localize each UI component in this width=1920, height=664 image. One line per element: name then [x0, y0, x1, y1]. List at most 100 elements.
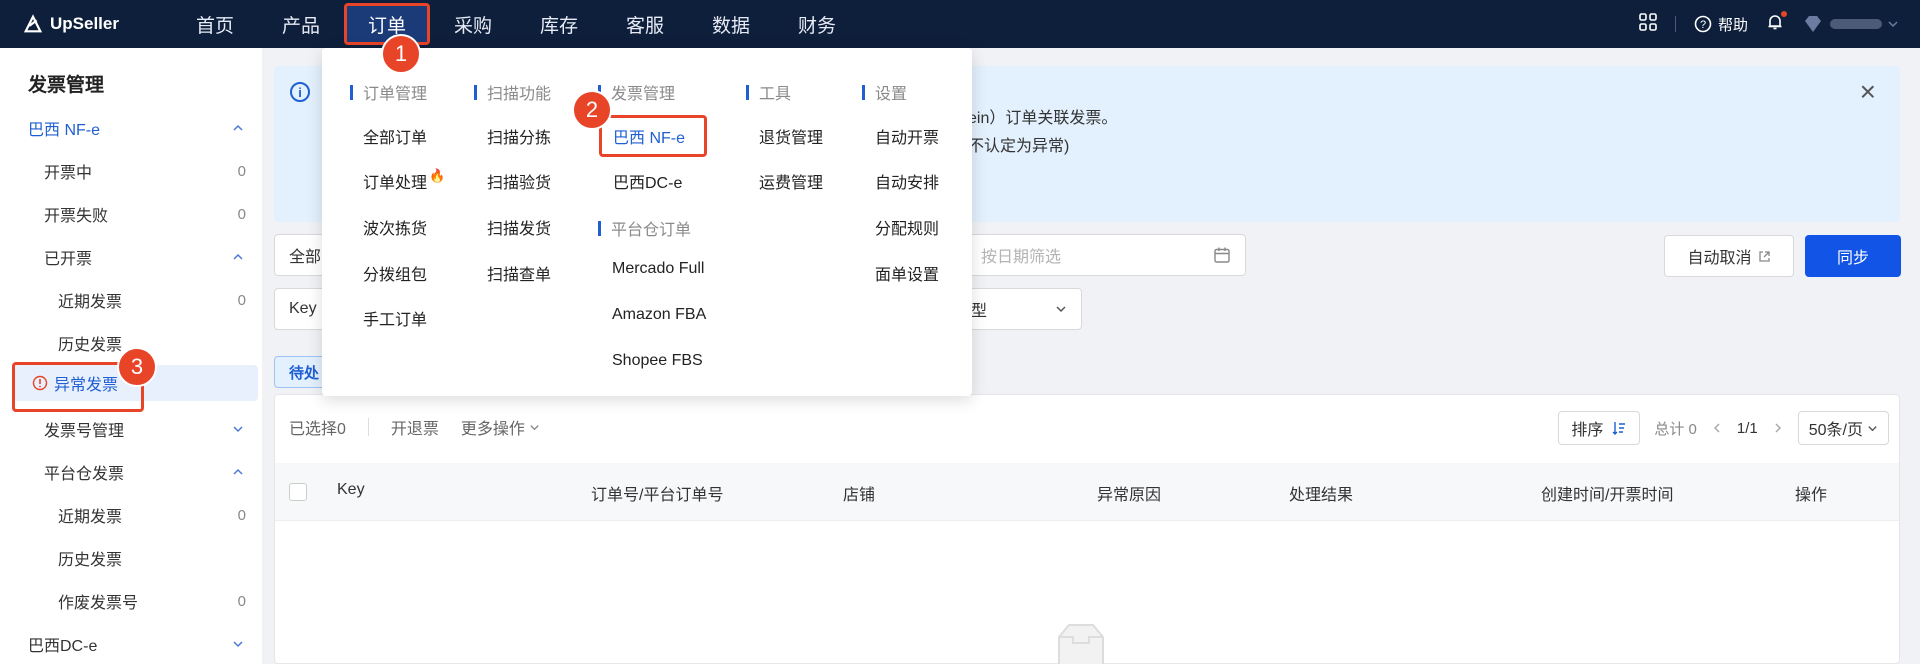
external-link-icon: [1758, 250, 1770, 262]
column-header-create-invoice-time: 创建时间/开票时间: [1541, 487, 1674, 504]
menu-group-scan-functions: 扫描功能: [474, 80, 551, 104]
banner-text-line2: 不认定为异常): [968, 138, 1070, 155]
app-name: UpSeller: [50, 14, 119, 33]
open-return-button[interactable]: 开退票: [391, 415, 439, 439]
user-name-blurred: [1830, 19, 1882, 29]
sidebar-item-invoice-failed[interactable]: 开票失败 0: [0, 196, 258, 232]
menu-item-mercado-full[interactable]: Mercado Full: [612, 260, 704, 278]
date-filter-input[interactable]: 按日期筛选: [966, 234, 1246, 276]
user-menu[interactable]: [1802, 15, 1898, 33]
sidebar-item-invoice-number-mgmt[interactable]: 发票号管理: [0, 411, 258, 447]
fire-icon: 🔥: [429, 168, 446, 183]
menu-item-returns-management[interactable]: 退货管理: [759, 124, 823, 148]
chevron-up-icon: [233, 253, 243, 260]
menu-item-order-processing[interactable]: 订单处理 🔥: [363, 168, 446, 193]
count-badge: 0: [237, 205, 246, 223]
sidebar-item-invoicing[interactable]: 开票中 0: [0, 153, 258, 189]
menu-item-brazil-dce[interactable]: 巴西DC-e: [613, 169, 682, 193]
menu-item-all-orders[interactable]: 全部订单: [363, 124, 427, 148]
count-badge: 0: [237, 592, 246, 610]
sync-button[interactable]: 同步: [1805, 235, 1901, 277]
menu-item-allocation-rules[interactable]: 分配规则: [875, 215, 939, 239]
sidebar-item-brazil-dce[interactable]: 巴西DC-e: [0, 626, 258, 662]
chevron-left-icon[interactable]: [1711, 422, 1723, 434]
chevron-down-icon: [1868, 425, 1877, 431]
divider: [1674, 16, 1676, 32]
menu-group-platform-warehouse-orders: 平台仓订单: [598, 216, 691, 240]
nav-finance[interactable]: 财务: [774, 0, 860, 48]
menu-item-scan-inspect[interactable]: 扫描验货: [487, 169, 551, 193]
total-count: 总计 0: [1654, 420, 1697, 438]
annotation-badge-2: 2: [572, 90, 612, 130]
table-panel: 已选择0 开退票 更多操作 排序 总计 0 1/1 50条/页 Key 订单号/…: [274, 394, 1900, 664]
chevron-down-icon: [233, 426, 243, 433]
chevron-right-icon[interactable]: [1772, 422, 1784, 434]
annotation-badge-1: 1: [381, 34, 421, 74]
upseller-logo-icon: [23, 14, 43, 33]
nav-customer-service[interactable]: 客服: [602, 0, 688, 48]
nav-data[interactable]: 数据: [688, 0, 774, 48]
menu-item-scan-ship[interactable]: 扫描发货: [487, 215, 551, 239]
sidebar-item-invoiced[interactable]: 已开票: [0, 239, 258, 275]
menu-item-shipping-cost-management[interactable]: 运费管理: [759, 169, 823, 193]
menu-item-auto-arrange[interactable]: 自动安排: [875, 169, 939, 193]
chevron-up-icon: [233, 468, 243, 475]
annotation-box-nfe: [599, 115, 707, 157]
menu-group-order-management: 订单管理: [350, 80, 427, 104]
divider: [367, 418, 369, 436]
chevron-down-icon: [1888, 21, 1898, 28]
count-badge: 0: [237, 291, 246, 309]
nav-home[interactable]: 首页: [172, 0, 258, 48]
sidebar-item-recent-invoices[interactable]: 近期发票 0: [0, 282, 258, 318]
apps-grid-icon[interactable]: [1639, 13, 1657, 35]
sidebar-item-pw-history-invoices[interactable]: 历史发票: [0, 540, 258, 576]
sort-icon: [1612, 422, 1626, 435]
table-header: Key 订单号/平台订单号 店铺 异常原因 处理结果 创建时间/开票时间 操作: [275, 463, 1899, 521]
type-filter-select[interactable]: 型: [956, 288, 1082, 330]
sidebar-item-brazil-nfe[interactable]: 巴西 NF-e: [0, 110, 258, 146]
menu-item-wave-picking[interactable]: 波次拣货: [363, 215, 427, 239]
info-icon: i: [290, 82, 310, 102]
sidebar-item-pw-recent-invoices[interactable]: 近期发票 0: [0, 497, 258, 533]
column-header-actions: 操作: [1795, 487, 1828, 504]
menu-item-distribution-packing[interactable]: 分拨组包: [363, 261, 427, 285]
menu-item-scan-lookup[interactable]: 扫描查单: [487, 261, 551, 285]
column-header-abnormal-reason: 异常原因: [1097, 487, 1162, 504]
calendar-icon: [1214, 247, 1230, 263]
page-size-select[interactable]: 50条/页: [1797, 411, 1889, 445]
main-nav: 首页 产品 订单 采购 库存 客服 数据 财务: [172, 0, 860, 48]
nav-products[interactable]: 产品: [258, 0, 344, 48]
table-pagination: 排序 总计 0 1/1 50条/页: [1558, 411, 1889, 445]
menu-item-scan-sort[interactable]: 扫描分拣: [487, 124, 551, 148]
page-indicator: 1/1: [1736, 419, 1758, 437]
menu-item-shopee-fbs[interactable]: Shopee FBS: [612, 352, 703, 370]
menu-item-label-settings[interactable]: 面单设置: [875, 261, 939, 285]
notification-bell-icon[interactable]: [1766, 11, 1787, 35]
help-label: 帮助: [1717, 16, 1748, 34]
nav-inventory[interactable]: 库存: [516, 0, 602, 48]
menu-item-auto-invoice[interactable]: 自动开票: [875, 124, 939, 148]
help-link[interactable]: ? 帮助: [1694, 14, 1748, 35]
notification-dot: [1781, 11, 1787, 17]
sort-button[interactable]: 排序: [1558, 411, 1641, 445]
chevron-down-icon: [530, 424, 539, 430]
menu-item-amazon-fba[interactable]: Amazon FBA: [612, 306, 706, 324]
menu-item-manual-orders[interactable]: 手工订单: [363, 306, 427, 330]
more-actions-dropdown[interactable]: 更多操作: [461, 415, 540, 439]
sidebar-item-void-invoice-numbers[interactable]: 作废发票号 0: [0, 583, 258, 619]
nav-purchase[interactable]: 采购: [430, 0, 516, 48]
chevron-up-icon: [233, 124, 243, 131]
chevron-down-icon: [233, 641, 243, 648]
auto-cancel-button[interactable]: 自动取消: [1664, 235, 1794, 277]
menu-group-tools: 工具: [746, 80, 791, 104]
select-all-checkbox[interactable]: [289, 483, 307, 501]
sidebar-item-platform-warehouse-invoices[interactable]: 平台仓发票: [0, 454, 258, 490]
count-badge: 0: [237, 506, 246, 524]
help-icon: ?: [1694, 15, 1712, 33]
column-header-processing-result: 处理结果: [1289, 487, 1354, 504]
close-icon[interactable]: ×: [1860, 76, 1876, 108]
app-logo[interactable]: UpSeller: [22, 13, 172, 35]
column-header-key: Key: [337, 481, 365, 498]
top-right-tools: ? 帮助: [1639, 0, 1898, 48]
column-header-store: 店铺: [843, 487, 876, 504]
